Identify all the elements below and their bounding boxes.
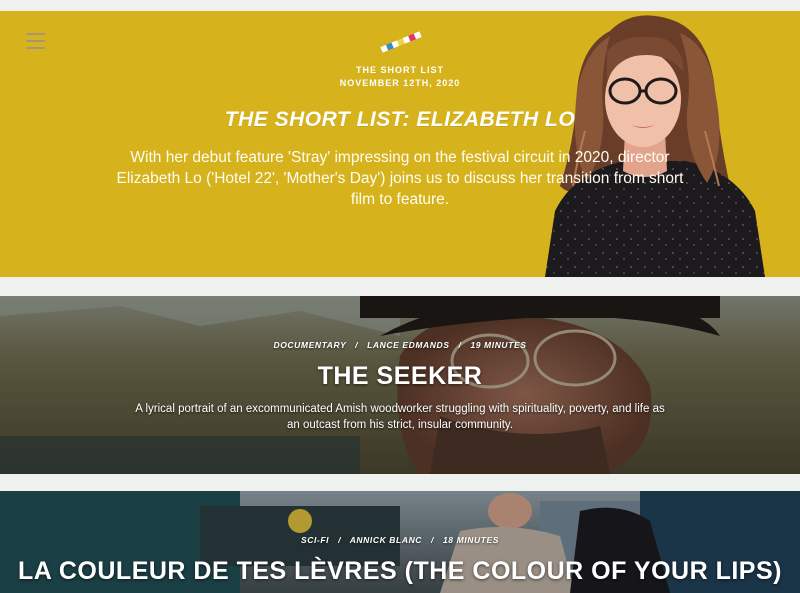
striped-pencil-logo[interactable]	[378, 28, 424, 56]
film-director: LANCE EDMANDS	[367, 340, 450, 350]
film-card-the-seeker[interactable]: DOCUMENTARY / LANCE EDMANDS / 19 MINUTES…	[0, 296, 800, 474]
film-genre: SCI-FI	[300, 535, 330, 545]
film-title[interactable]: THE SEEKER	[0, 362, 800, 391]
meta-separator: /	[355, 340, 359, 350]
film-meta: DOCUMENTARY / LANCE EDMANDS / 19 MINUTES	[0, 340, 800, 350]
film-meta: SCI-FI / ANNICK BLANC / 18 MINUTES	[0, 535, 800, 545]
hero-description: With her debut feature 'Stray' impressin…	[116, 149, 684, 208]
film-runtime: 19 MINUTES	[470, 340, 527, 350]
hamburger-menu-icon[interactable]	[26, 33, 45, 49]
meta-separator: /	[458, 340, 462, 350]
meta-separator: /	[338, 535, 342, 545]
film-description: A lyrical portrait of an excommunicated …	[135, 403, 665, 431]
film-director: ANNICK BLANC	[349, 535, 423, 545]
featured-hero[interactable]: THE SHORT LIST NOVEMBER 12TH, 2020 The S…	[0, 11, 800, 277]
hero-category: THE SHORT LIST	[356, 65, 444, 75]
film-title[interactable]: LA COULEUR DE TES LÈVRES (THE COLOUR OF …	[0, 557, 800, 586]
film-card-la-couleur-de-tes-levres[interactable]: SCI-FI / ANNICK BLANC / 18 MINUTES LA CO…	[0, 491, 800, 593]
film-genre: DOCUMENTARY	[273, 340, 347, 350]
hero-date: NOVEMBER 12TH, 2020	[339, 78, 461, 88]
film-runtime: 18 MINUTES	[442, 535, 500, 545]
meta-separator: /	[431, 535, 434, 545]
portrait-illustration	[545, 15, 765, 277]
hero-title[interactable]: The Short List: Elizabeth Lo	[0, 108, 800, 132]
